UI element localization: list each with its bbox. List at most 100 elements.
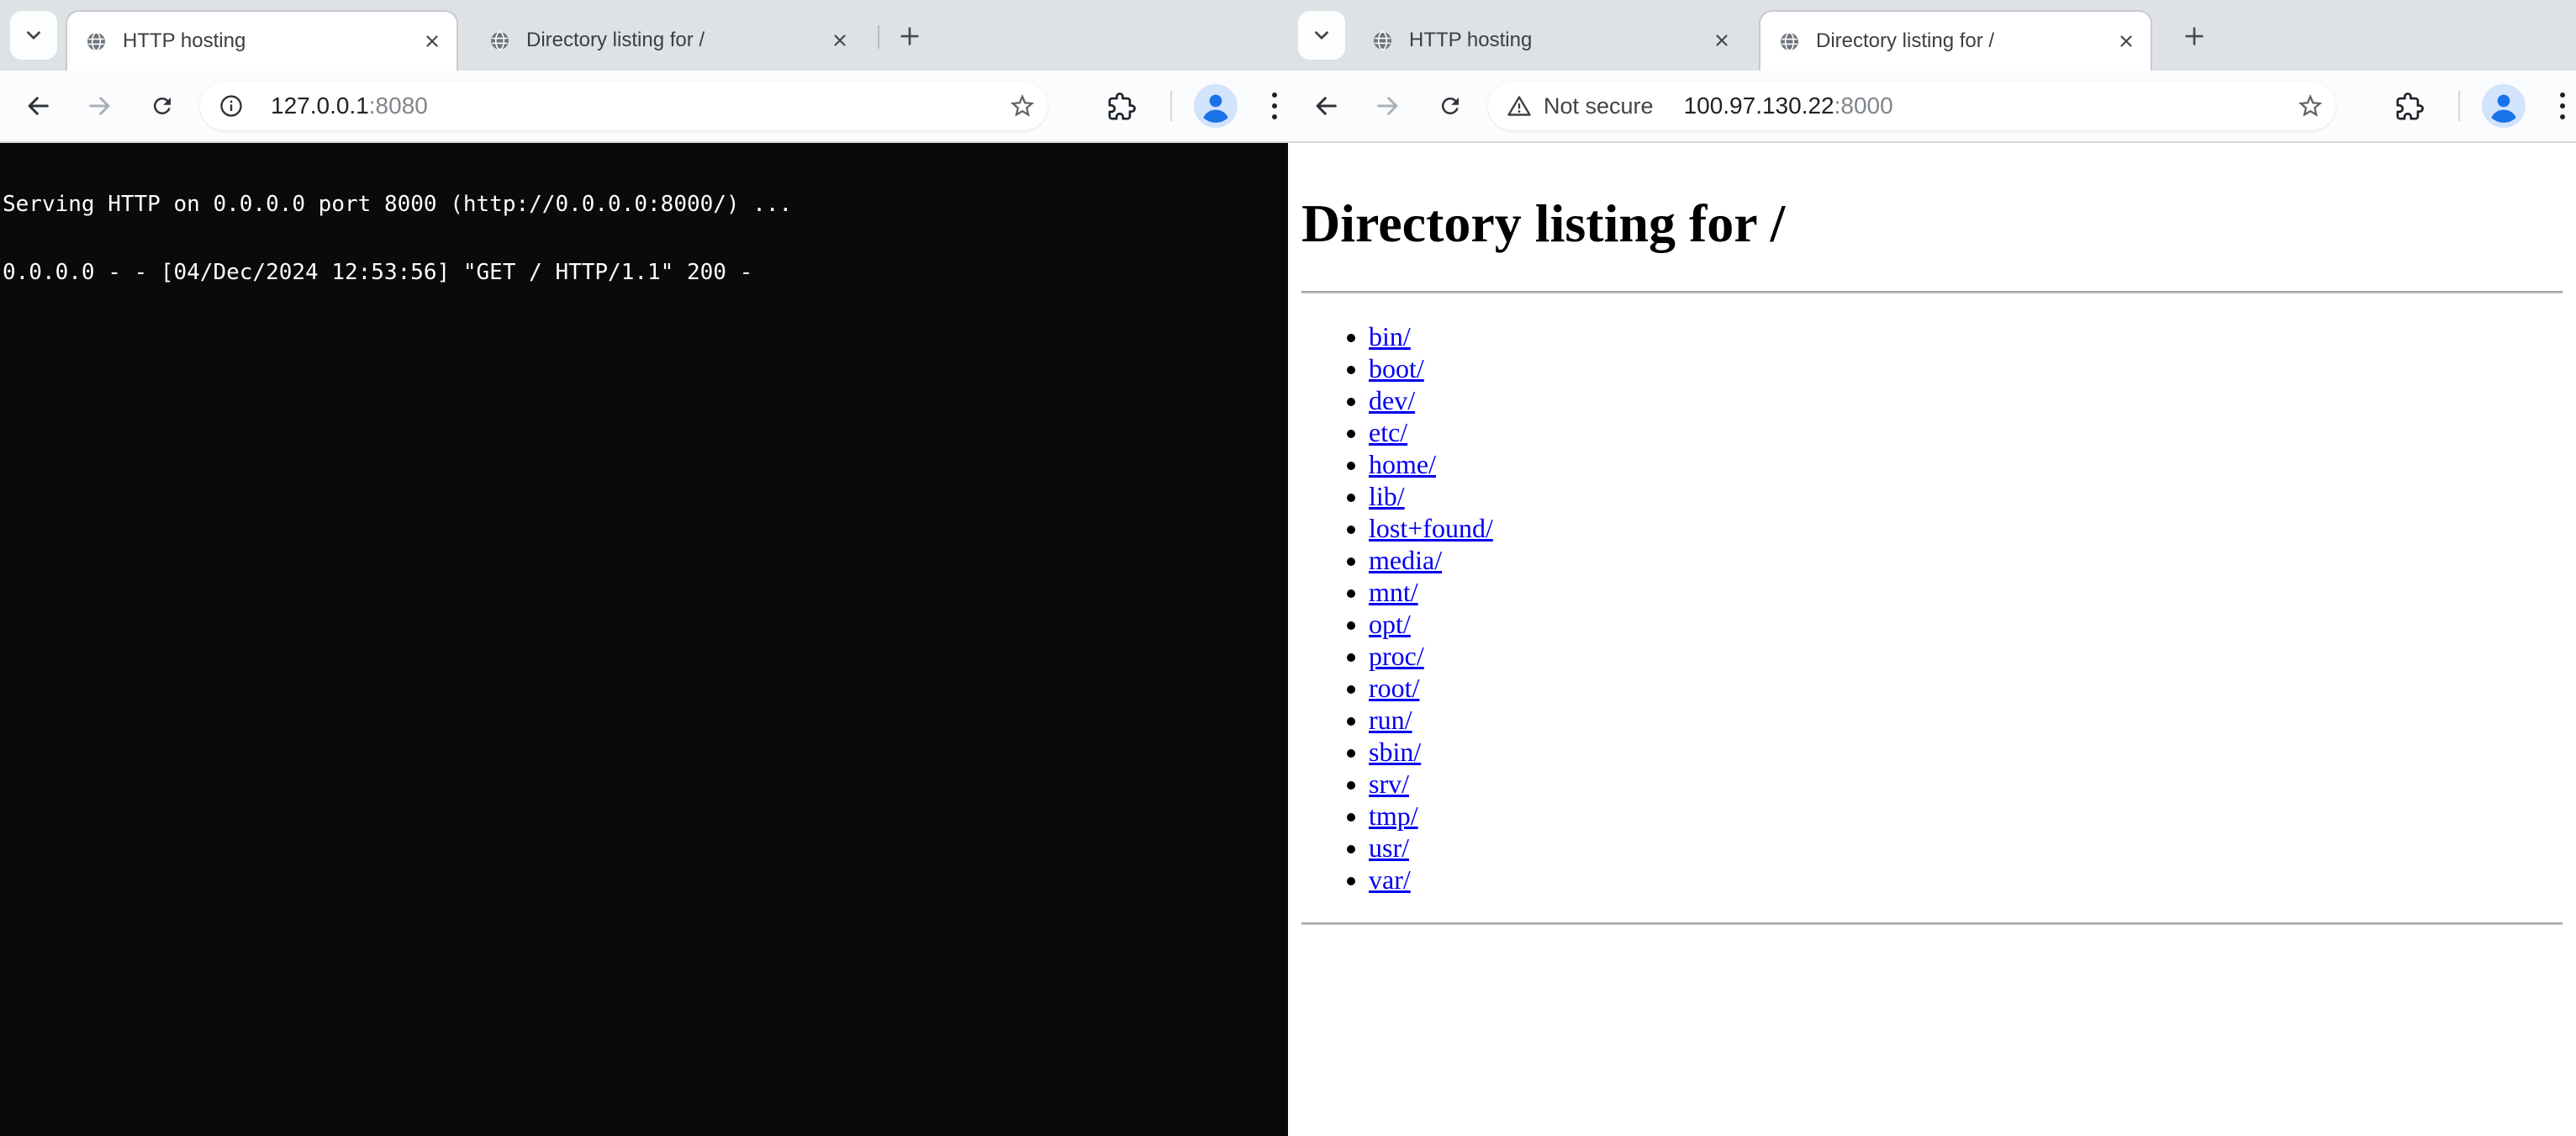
extensions-button[interactable]	[1106, 92, 1137, 122]
tab-directory-listing[interactable]: Directory listing for /	[1759, 10, 2152, 71]
tab-title: Directory listing for /	[1816, 29, 2115, 53]
directory-link[interactable]: var/	[1369, 864, 1411, 895]
reload-button[interactable]	[148, 92, 177, 120]
directory-list: bin/ boot/ dev/ etc/ home/ lib/ lost+fou…	[1301, 320, 2563, 896]
forward-arrow-icon	[1374, 92, 1402, 120]
new-tab-button[interactable]	[2171, 13, 2218, 60]
forward-button[interactable]	[1374, 92, 1402, 120]
screenshot-root: { "colors": { "tab_strip": "#dee1e6", "t…	[0, 0, 2576, 1136]
tab-http-hosting[interactable]: HTTP hosting	[66, 10, 458, 71]
tab-close-button[interactable]	[421, 30, 443, 52]
plus-icon	[897, 24, 922, 49]
directory-link[interactable]: usr/	[1369, 832, 1409, 863]
new-tab-button[interactable]	[886, 13, 933, 60]
list-item: opt/	[1369, 608, 2563, 640]
toolbar-divider	[1170, 91, 1172, 121]
warning-icon	[1507, 93, 1532, 119]
globe-favicon-icon	[1372, 30, 1393, 51]
tab-strip: HTTP hosting Directory listing for /	[0, 0, 1288, 71]
list-item: run/	[1369, 704, 2563, 736]
list-item: usr/	[1369, 832, 2563, 864]
tab-http-hosting[interactable]: HTTP hosting	[1354, 10, 1746, 71]
directory-link[interactable]: home/	[1369, 449, 1436, 479]
directory-link[interactable]: bin/	[1369, 321, 1411, 351]
list-item: var/	[1369, 864, 2563, 896]
terminal-output: Serving HTTP on 0.0.0.0 port 8000 (http:…	[0, 143, 1288, 330]
omnibox[interactable]: Not secure 100.97.130.22:8000	[1488, 82, 2336, 130]
avatar-icon	[1194, 84, 1238, 128]
back-button[interactable]	[24, 92, 52, 120]
tab-directory-listing[interactable]: Directory listing for /	[471, 10, 864, 71]
directory-page: Directory listing for / bin/ boot/ dev/ …	[1288, 143, 2576, 1136]
tab-close-button[interactable]	[829, 29, 851, 51]
close-icon	[2116, 31, 2136, 51]
chevron-down-icon	[23, 24, 45, 46]
profile-button[interactable]	[1194, 84, 1238, 128]
browser-window-right: HTTP hosting Directory listing for /	[1288, 0, 2576, 1136]
directory-link[interactable]: boot/	[1369, 353, 1424, 383]
site-info-button[interactable]	[1507, 93, 1532, 119]
url-port: :8080	[369, 92, 428, 119]
globe-favicon-icon	[86, 31, 107, 52]
menu-button[interactable]	[2551, 92, 2574, 119]
tab-title: Directory listing for /	[526, 29, 829, 52]
directory-link[interactable]: sbin/	[1369, 737, 1421, 767]
url-host: 127.0.0.1	[271, 92, 369, 119]
list-item: dev/	[1369, 384, 2563, 416]
bookmark-star-button[interactable]	[1007, 91, 1037, 121]
url-host: 100.97.130.22	[1684, 92, 1834, 119]
directory-link[interactable]: proc/	[1369, 641, 1424, 671]
directory-link[interactable]: srv/	[1369, 769, 1409, 799]
directory-link[interactable]: tmp/	[1369, 800, 1418, 831]
directory-link[interactable]: dev/	[1369, 385, 1415, 415]
list-item: lib/	[1369, 480, 2563, 512]
profile-button[interactable]	[2482, 84, 2526, 128]
star-icon	[1008, 92, 1037, 120]
directory-link[interactable]: lost+found/	[1369, 513, 1493, 543]
puzzle-icon	[1107, 92, 1136, 121]
toolbar: Not secure 100.97.130.22:8000	[1288, 71, 2576, 143]
url-text: 100.97.130.22:8000	[1684, 92, 1893, 119]
tab-close-button[interactable]	[1711, 29, 1733, 51]
list-item: srv/	[1369, 768, 2563, 800]
toolbar: 127.0.0.1:8080	[0, 71, 1288, 143]
list-item: lost+found/	[1369, 512, 2563, 544]
reload-button[interactable]	[1436, 92, 1465, 120]
page-title: Directory listing for /	[1301, 193, 2563, 255]
globe-favicon-icon	[1779, 31, 1800, 52]
omnibox[interactable]: 127.0.0.1:8080	[200, 82, 1048, 130]
directory-link[interactable]: media/	[1369, 545, 1442, 575]
menu-button[interactable]	[1263, 92, 1286, 119]
bookmark-star-button[interactable]	[2295, 91, 2325, 121]
directory-link[interactable]: lib/	[1369, 481, 1405, 511]
close-icon	[1712, 30, 1732, 50]
directory-link[interactable]: root/	[1369, 673, 1419, 703]
back-arrow-icon	[1312, 92, 1340, 120]
site-info-button[interactable]	[219, 93, 244, 119]
list-item: media/	[1369, 544, 2563, 576]
forward-button[interactable]	[86, 92, 114, 120]
tab-strip: HTTP hosting Directory listing for /	[1288, 0, 2576, 71]
list-item: bin/	[1369, 320, 2563, 352]
not-secure-label: Not secure	[1544, 93, 1654, 119]
tab-title: HTTP hosting	[1409, 29, 1711, 52]
tab-search-button[interactable]	[10, 11, 57, 60]
puzzle-icon	[2395, 92, 2424, 121]
list-item: proc/	[1369, 640, 2563, 672]
extensions-button[interactable]	[2394, 92, 2425, 122]
list-item: root/	[1369, 672, 2563, 704]
directory-link[interactable]: opt/	[1369, 609, 1411, 639]
directory-link[interactable]: etc/	[1369, 417, 1407, 447]
globe-favicon-icon	[489, 30, 510, 51]
tab-search-button[interactable]	[1298, 11, 1345, 60]
tab-close-button[interactable]	[2115, 30, 2137, 52]
chevron-down-icon	[1311, 24, 1333, 46]
star-icon	[2296, 92, 2325, 120]
directory-link[interactable]: run/	[1369, 705, 1412, 735]
toolbar-divider	[2458, 91, 2460, 121]
list-item: boot/	[1369, 352, 2563, 384]
horizontal-rule	[1301, 291, 2563, 293]
directory-link[interactable]: mnt/	[1369, 577, 1418, 607]
back-arrow-icon	[24, 92, 52, 120]
back-button[interactable]	[1312, 92, 1340, 120]
